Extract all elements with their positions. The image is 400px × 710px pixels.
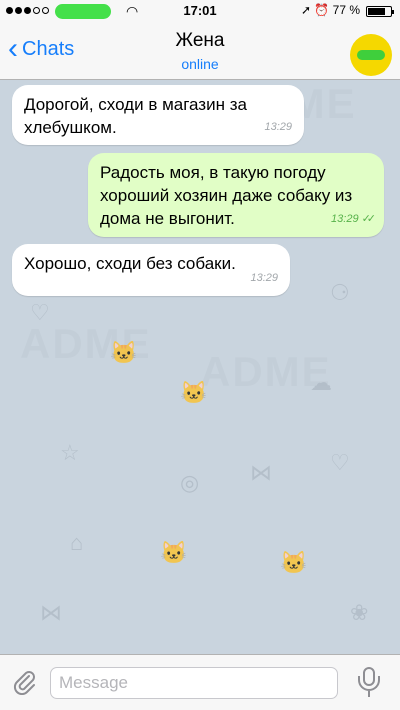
alarm-icon: ⏰: [314, 3, 330, 17]
cat-doodle-icon: 🐱: [180, 380, 208, 405]
message-bubble-outgoing[interactable]: Радость моя, в такую погоду хороший хозя…: [88, 153, 384, 237]
heart-doodle-icon: ♡: [330, 450, 350, 475]
battery-icon: [366, 6, 394, 17]
star-doodle-icon: ☆: [60, 440, 80, 465]
fish-doodle-icon: ⋈: [250, 460, 272, 485]
house-doodle-icon: ⌂: [70, 530, 84, 555]
read-receipt-icon: ✓✓: [361, 213, 377, 225]
cat-doodle-icon: 🐱: [160, 540, 188, 565]
message-input[interactable]: [50, 667, 338, 699]
cat-doodle-icon: 🐱: [110, 340, 138, 365]
message-time: 13:29: [264, 121, 292, 133]
message-time: 13:29: [331, 213, 359, 225]
message-list[interactable]: ADME ADME ADME ADME ♡ 🐱 🐱 ☁ ⚆ ☆ ◎ ⋈ ♡ ⌂ …: [0, 80, 400, 654]
battery-percentage: 77 %: [332, 3, 360, 17]
message-text: Хорошо, сходи без собаки.: [24, 254, 236, 273]
battery-level: [368, 8, 385, 15]
microphone-icon[interactable]: [358, 667, 380, 699]
contact-status: online: [181, 56, 219, 72]
attachment-icon[interactable]: [12, 669, 38, 696]
status-bar: ◠ 17:01 ➚ ⏰ 77 %: [0, 0, 400, 22]
cloud-doodle-icon: ☁: [310, 370, 332, 395]
heart-doodle-icon: ♡: [30, 300, 50, 325]
message-bubble-incoming[interactable]: Дорогой, сходи в магазин за хлебушком. 1…: [12, 85, 304, 145]
message-text: Дорогой, сходи в магазин за хлебушком.: [24, 95, 247, 137]
cat-doodle-icon: 🐱: [280, 550, 308, 575]
contact-name[interactable]: Жена: [0, 30, 400, 52]
message-bubble-incoming[interactable]: Хорошо, сходи без собаки. 13:29: [12, 244, 290, 296]
paw-doodle-icon: ❀: [350, 600, 369, 625]
contact-avatar[interactable]: [350, 34, 392, 76]
bone-doodle-icon: ⚆: [330, 280, 350, 305]
message-time: 13:29: [250, 272, 278, 284]
fish-doodle-icon: ⋈: [40, 600, 62, 625]
chat-header: ‹ Chats Жена online: [0, 22, 400, 80]
location-arrow-icon: ➚: [300, 3, 311, 17]
ball-doodle-icon: ◎: [180, 470, 200, 495]
message-composer: [0, 654, 400, 710]
